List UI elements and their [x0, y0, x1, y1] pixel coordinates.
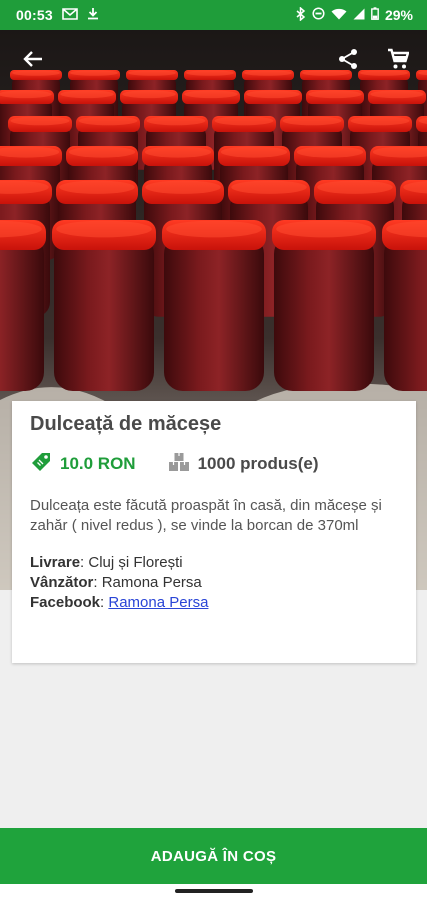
delivery-line: Livrare: Cluj și Florești: [30, 554, 183, 571]
facebook-label: Facebook: [30, 594, 101, 611]
seller-label: Vânzător: [30, 574, 94, 591]
jar-lid-highlight: [317, 180, 393, 194]
delivery-value: Cluj și Florești: [88, 554, 183, 571]
stock-boxes-icon: [168, 452, 190, 477]
jar-lid-highlight: [282, 116, 342, 126]
status-time: 00:53: [16, 7, 53, 23]
jar-lid-highlight: [370, 90, 424, 99]
jar-lid-highlight: [166, 220, 262, 238]
stock-block: 1000 produs(e): [168, 452, 319, 477]
jar-lid-highlight: [296, 146, 364, 158]
jar-lid-highlight: [246, 90, 300, 99]
share-icon[interactable]: [333, 44, 363, 74]
jar-lid-highlight: [144, 146, 212, 158]
jar-body: [164, 235, 264, 391]
jar-lid-highlight: [0, 90, 52, 99]
bluetooth-icon: [296, 5, 306, 24]
product-price: 10.0 RON: [60, 454, 136, 473]
cart-icon[interactable]: [383, 44, 413, 74]
app-toolbar: [0, 30, 427, 88]
product-details-card: Dulceață de măceșe 10.0 RON 1000 produs(…: [12, 401, 416, 663]
battery-icon: [371, 7, 379, 23]
jar-lid-highlight: [56, 220, 152, 238]
price-tag-icon: [30, 451, 52, 478]
wifi-icon: [331, 7, 347, 23]
dnd-icon: [312, 7, 325, 23]
product-description: Dulceața este făcută proaspăt în casă, d…: [30, 497, 382, 534]
delivery-label: Livrare: [30, 554, 81, 571]
jar-lid-highlight: [10, 116, 70, 126]
product-title: Dulceață de măceșe: [30, 413, 222, 435]
facebook-line: Facebook: Ramona Persa: [30, 594, 209, 611]
notification-icon: [62, 7, 78, 23]
gesture-nav-handle[interactable]: [175, 889, 253, 893]
jar-lid-highlight: [308, 90, 362, 99]
jar-lid-highlight: [145, 180, 221, 194]
facebook-link[interactable]: Ramona Persa: [108, 594, 208, 611]
seller-value: Ramona Persa: [101, 574, 202, 591]
jar-lid-highlight: [220, 146, 288, 158]
price-block: 10.0 RON: [30, 451, 136, 478]
add-to-cart-button[interactable]: ADAUGĂ ÎN COȘ: [0, 828, 427, 884]
jar-lid-highlight: [214, 116, 274, 126]
jar-lid-highlight: [60, 90, 114, 99]
product-stock: 1000 produs(e): [197, 454, 319, 473]
jar-lid-highlight: [231, 180, 307, 194]
jar-body: [0, 235, 44, 391]
jar-body: [54, 235, 154, 391]
jar-lid-highlight: [59, 180, 135, 194]
signal-icon: [353, 7, 365, 23]
jar-lid-highlight: [78, 116, 138, 126]
jar-lid-highlight: [68, 146, 136, 158]
jar-lid-highlight: [146, 116, 206, 126]
seller-line: Vânzător: Ramona Persa: [30, 574, 202, 591]
back-arrow-icon[interactable]: [18, 44, 48, 74]
jar-body: [384, 235, 427, 391]
jar-lid-highlight: [276, 220, 372, 238]
jar-body: [274, 235, 374, 391]
status-bar: 00:53 29%: [0, 0, 427, 30]
battery-percentage: 29%: [384, 7, 413, 23]
product-meta-row: 10.0 RON 1000 produs(e): [30, 450, 398, 478]
download-icon: [87, 7, 99, 23]
jar-lid-highlight: [184, 90, 238, 99]
jar-lid-highlight: [122, 90, 176, 99]
jar-lid-highlight: [350, 116, 410, 126]
